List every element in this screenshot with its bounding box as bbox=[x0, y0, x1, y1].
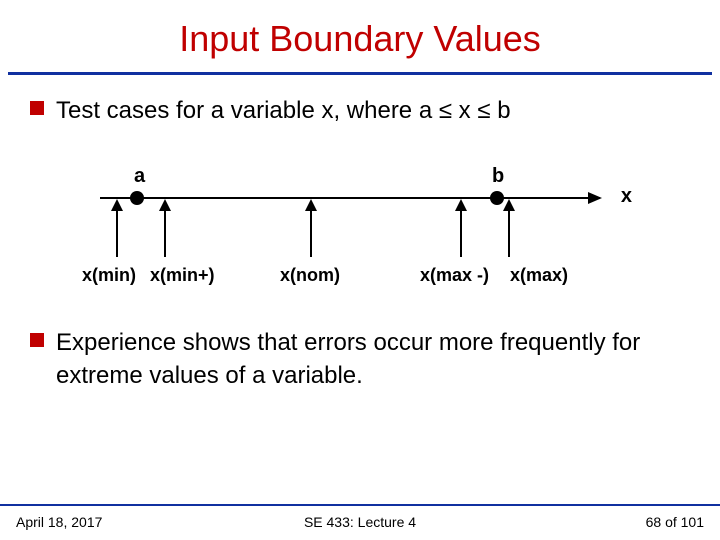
dot-a bbox=[130, 191, 144, 205]
case-nom: x(nom) bbox=[280, 265, 340, 286]
bullet-text-2: Experience shows that errors occur more … bbox=[56, 327, 696, 392]
bullet-row-1: Test cases for a variable x, where a ≤ x… bbox=[0, 95, 720, 127]
number-line bbox=[100, 197, 600, 199]
bullet-row-2: Experience shows that errors occur more … bbox=[0, 327, 720, 392]
slide-footer: April 18, 2017 SE 433: Lecture 4 68 of 1… bbox=[0, 504, 720, 540]
bullet-text-1: Test cases for a variable x, where a ≤ x… bbox=[56, 95, 511, 127]
footer-page: 68 of 101 bbox=[646, 514, 704, 530]
arrow-minp-icon bbox=[164, 207, 166, 257]
footer-course: SE 433: Lecture 4 bbox=[0, 514, 720, 530]
arrow-maxm-icon bbox=[460, 207, 462, 257]
slide-title: Input Boundary Values bbox=[0, 0, 720, 72]
endpoint-b-label: b bbox=[492, 165, 504, 188]
bullet-icon bbox=[30, 333, 44, 347]
axis-x-label: x bbox=[621, 185, 632, 208]
dot-b bbox=[490, 191, 504, 205]
title-rule bbox=[8, 72, 712, 75]
case-min: x(min) bbox=[82, 265, 136, 286]
boundary-diagram: a b x x(min) x(min+) x(nom) x(max -) x(m… bbox=[60, 157, 660, 307]
arrow-max-icon bbox=[508, 207, 510, 257]
bullet-icon bbox=[30, 101, 44, 115]
case-max: x(max) bbox=[510, 265, 568, 286]
arrow-nom-icon bbox=[310, 207, 312, 257]
endpoint-a-label: a bbox=[134, 165, 145, 188]
case-maxm: x(max -) bbox=[420, 265, 489, 286]
arrow-min-icon bbox=[116, 207, 118, 257]
case-minp: x(min+) bbox=[150, 265, 215, 286]
